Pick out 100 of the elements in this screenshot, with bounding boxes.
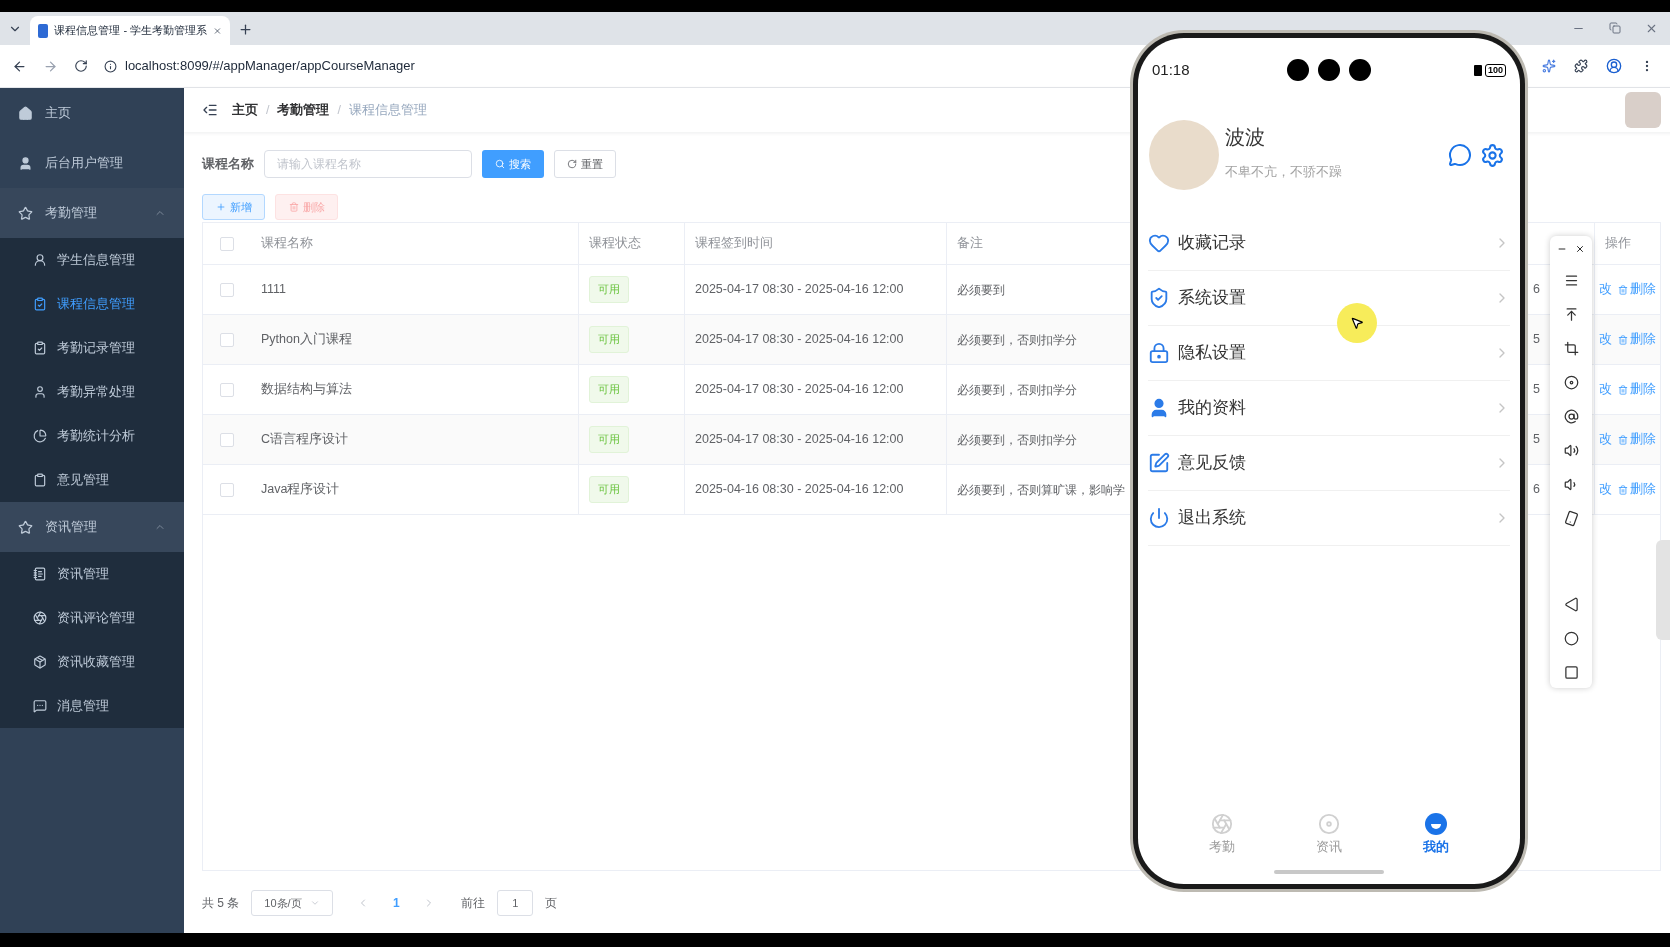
- table-cell-text: C语言程序设计: [261, 431, 349, 449]
- search-icon: [495, 159, 505, 169]
- recent-apps-icon[interactable]: [1563, 665, 1579, 680]
- sidebar-subitem[interactable]: 资讯收藏管理: [0, 640, 184, 684]
- checkbox[interactable]: [220, 332, 234, 347]
- volume-up-icon[interactable]: [1563, 443, 1579, 458]
- sidebar-subitem[interactable]: 意见管理: [0, 458, 184, 502]
- column-header: 课程名称: [261, 235, 313, 253]
- page-input[interactable]: 1: [497, 890, 534, 916]
- trash-icon: [1618, 434, 1628, 445]
- sidebar-item[interactable]: 主页: [0, 88, 184, 138]
- checkbox[interactable]: [220, 482, 234, 497]
- sidebar-item[interactable]: 后台用户管理: [0, 138, 184, 188]
- disc-icon: [1318, 812, 1340, 835]
- status-tag: 可用: [589, 376, 629, 403]
- table-cell-text: 必须要到，否则扣学分: [957, 381, 1077, 399]
- info-icon: [104, 59, 117, 73]
- sidebar-subitem[interactable]: 学生信息管理: [0, 238, 184, 282]
- sidebar-icon: [18, 105, 33, 121]
- crop-icon[interactable]: [1563, 341, 1579, 356]
- table-cell-text: 必须要到，否则扣学分: [957, 431, 1077, 449]
- sidebar-item[interactable]: 资讯管理: [0, 502, 184, 552]
- status-tag: 可用: [589, 426, 629, 453]
- back-icon[interactable]: [1563, 597, 1579, 612]
- sidebar-subitem[interactable]: 考勤统计分析: [0, 414, 184, 458]
- menu-item[interactable]: 意见反馈: [1148, 436, 1510, 491]
- sidebar-subitem[interactable]: 资讯管理: [0, 552, 184, 596]
- trash-icon: [1618, 334, 1628, 345]
- new-tab-icon[interactable]: [238, 22, 253, 37]
- breadcrumb-item[interactable]: 主页: [232, 100, 258, 120]
- table-cell-text: 必须要到: [957, 281, 1005, 299]
- table-cell-text: Java程序设计: [261, 481, 340, 499]
- address-bar[interactable]: localhost:8099/#/appManager/appCourseManager: [104, 51, 415, 81]
- at-icon[interactable]: [1563, 409, 1579, 424]
- table-cell-text: 2025-04-16 08:30 - 2025-04-16 12:00: [695, 481, 904, 499]
- profile-icon[interactable]: [1606, 58, 1622, 74]
- sidebar-icon: [18, 205, 33, 221]
- restore-icon[interactable]: [1609, 22, 1621, 34]
- sidebar-subitem[interactable]: 资讯评论管理: [0, 596, 184, 640]
- page-size-select[interactable]: 10条/页: [251, 890, 334, 916]
- settings-icon[interactable]: [1480, 142, 1505, 168]
- menu-item[interactable]: 退出系统: [1148, 491, 1510, 546]
- table-cell-text: 数据结构与算法: [261, 381, 352, 399]
- sim-icon: [1473, 64, 1482, 76]
- sidebar-subitem[interactable]: 考勤记录管理: [0, 326, 184, 370]
- site-icon: [38, 23, 49, 38]
- profile-name: 波波: [1225, 125, 1266, 151]
- column-header: 备注: [957, 235, 983, 253]
- close-icon[interactable]: [1575, 244, 1585, 254]
- sidebar-icon: [33, 429, 47, 443]
- reload-icon[interactable]: [74, 59, 88, 73]
- table-cell-text: 5: [1533, 431, 1540, 449]
- menu-item[interactable]: 我的资料: [1148, 381, 1510, 436]
- sidebar-icon: [33, 341, 47, 355]
- checkbox[interactable]: [220, 382, 234, 397]
- sidebar-subitem[interactable]: 消息管理: [0, 684, 184, 728]
- status-tag: 可用: [589, 276, 629, 303]
- table-cell-text: 1111: [261, 281, 287, 299]
- extensions-icon[interactable]: [1574, 59, 1588, 73]
- search-label: 课程名称: [202, 155, 254, 173]
- breadcrumb-item[interactable]: 考勤管理: [277, 100, 330, 120]
- checkbox[interactable]: [220, 432, 234, 447]
- reset-button[interactable]: 重置: [554, 150, 616, 178]
- sidebar-icon: [33, 699, 47, 713]
- menu-toggle-icon[interactable]: [202, 102, 218, 118]
- bottom-tab[interactable]: 我的: [1406, 812, 1467, 856]
- sidebar-item[interactable]: 考勤管理: [0, 188, 184, 238]
- column-header: 课程状态: [589, 235, 641, 253]
- caret-icon: [310, 898, 321, 908]
- sidebar-icon: [33, 611, 47, 625]
- sidebar-subitem[interactable]: 课程信息管理: [0, 282, 184, 326]
- table-cell-text: 5: [1533, 381, 1540, 399]
- table-cell-text: 6: [1533, 281, 1540, 299]
- sidebar-icon: [33, 655, 47, 669]
- forward-icon[interactable]: [43, 58, 58, 74]
- sidebar-subitem[interactable]: 考勤异常处理: [0, 370, 184, 414]
- table-cell-text: 2025-04-17 08:30 - 2025-04-16 12:00: [695, 331, 904, 349]
- checkbox[interactable]: [220, 282, 234, 297]
- home-icon[interactable]: [1563, 631, 1579, 646]
- back-icon[interactable]: [12, 58, 27, 74]
- menu-item[interactable]: 收藏记录: [1148, 216, 1510, 271]
- table-cell-text: 5: [1533, 331, 1540, 349]
- status-tag: 可用: [589, 476, 629, 503]
- trash-icon: [1618, 484, 1628, 495]
- sidebar-icon: [33, 385, 47, 399]
- browser-tab[interactable]: 课程信息管理 - 学生考勤管理系: [30, 16, 230, 45]
- trash-icon: [1618, 284, 1628, 295]
- extension-icon[interactable]: [1542, 59, 1556, 73]
- sidebar-icon: [18, 519, 33, 535]
- smile-icon: [1425, 812, 1448, 835]
- checkbox[interactable]: [220, 236, 234, 251]
- column-header: 操作: [1605, 235, 1631, 253]
- trash-icon: [1618, 384, 1628, 395]
- sidebar-icon: [33, 253, 47, 267]
- chat-icon[interactable]: [1448, 143, 1472, 167]
- profile-motto: 不卑不亢，不骄不躁: [1225, 163, 1343, 182]
- tab-title: 课程信息管理 - 学生考勤管理系: [54, 23, 208, 39]
- search-field[interactable]: 请输入课程名称: [264, 150, 472, 178]
- sidebar-icon: [18, 155, 33, 171]
- trash-icon: [288, 202, 299, 212]
